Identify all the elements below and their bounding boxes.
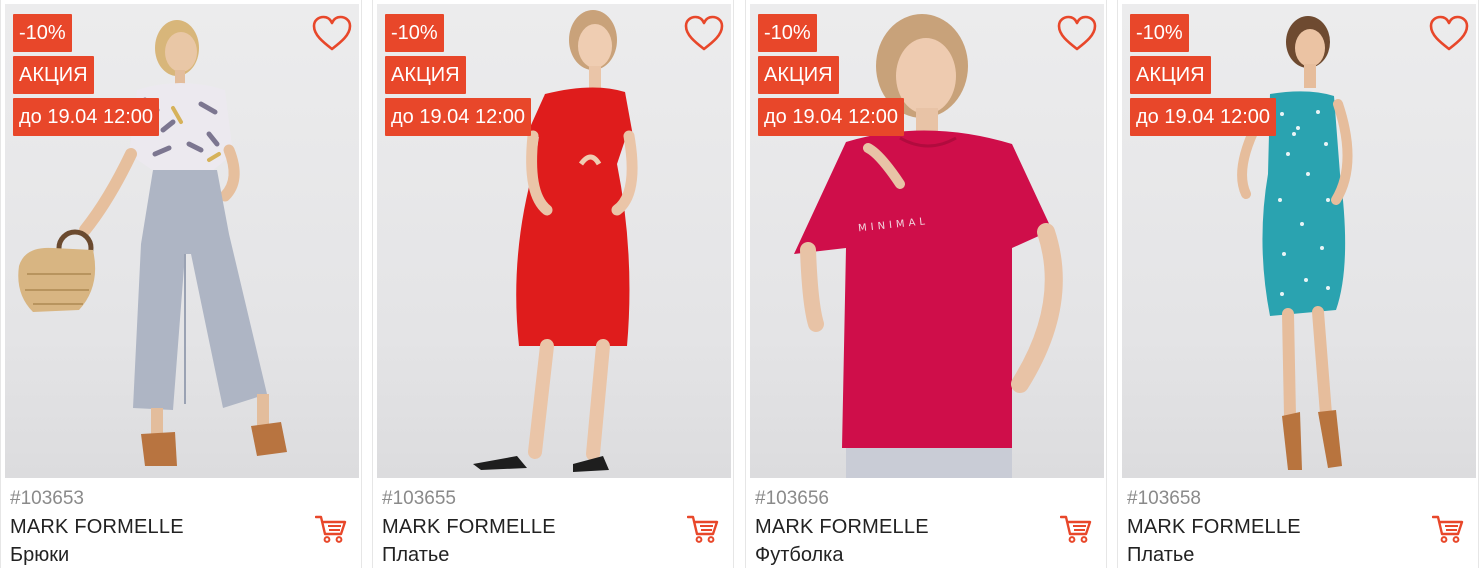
cart-icon: [1059, 515, 1092, 543]
discount-badge: -10%: [385, 14, 444, 52]
heart-outline-icon: [1429, 15, 1469, 51]
product-brand[interactable]: MARK FORMELLE: [1127, 516, 1301, 539]
product-brand[interactable]: MARK FORMELLE: [10, 516, 184, 539]
favorite-button[interactable]: [1056, 14, 1098, 54]
product-type[interactable]: Платье: [1127, 544, 1194, 567]
discount-badge: -10%: [13, 14, 72, 52]
deadline-badge: до 19.04 12:00: [385, 98, 532, 136]
heart-outline-icon: [312, 15, 352, 51]
product-brand[interactable]: MARK FORMELLE: [382, 516, 556, 539]
favorite-button[interactable]: [311, 14, 353, 54]
discount-badge: -10%: [1130, 14, 1189, 52]
product-type[interactable]: Футболка: [755, 544, 844, 567]
product-type[interactable]: Платье: [382, 544, 449, 567]
product-brand[interactable]: MARK FORMELLE: [755, 516, 929, 539]
cart-icon: [314, 515, 347, 543]
product-type[interactable]: Брюки: [10, 544, 69, 567]
product-photo[interactable]: MINIMAL -10% АКЦИЯ до 19.04 12:00: [750, 4, 1104, 478]
product-card[interactable]: -10% АКЦИЯ до 19.04 12:00 #103658 MARK F…: [1117, 0, 1479, 568]
product-photo[interactable]: -10% АКЦИЯ до 19.04 12:00: [377, 4, 731, 478]
add-to-cart-button[interactable]: [314, 514, 347, 544]
discount-badge: -10%: [758, 14, 817, 52]
heart-outline-icon: [1057, 15, 1097, 51]
favorite-button[interactable]: [1428, 14, 1470, 54]
product-card[interactable]: -10% АКЦИЯ до 19.04 12:00 #103653 MARK F…: [0, 0, 362, 568]
add-to-cart-button[interactable]: [1431, 514, 1464, 544]
product-card[interactable]: -10% АКЦИЯ до 19.04 12:00 #103655 MARK F…: [372, 0, 734, 568]
product-photo[interactable]: -10% АКЦИЯ до 19.04 12:00: [5, 4, 359, 478]
promo-badge: АКЦИЯ: [13, 56, 94, 94]
deadline-badge: до 19.04 12:00: [13, 98, 160, 136]
cart-icon: [686, 515, 719, 543]
deadline-badge: до 19.04 12:00: [1130, 98, 1277, 136]
cart-icon: [1431, 515, 1464, 543]
promo-badge: АКЦИЯ: [758, 56, 839, 94]
product-grid: -10% АКЦИЯ до 19.04 12:00 #103653 MARK F…: [0, 0, 1480, 568]
product-sku: #103655: [382, 488, 456, 509]
product-sku: #103656: [755, 488, 829, 509]
deadline-badge: до 19.04 12:00: [758, 98, 905, 136]
add-to-cart-button[interactable]: [686, 514, 719, 544]
promo-badge: АКЦИЯ: [385, 56, 466, 94]
product-sku: #103658: [1127, 488, 1201, 509]
product-sku: #103653: [10, 488, 84, 509]
heart-outline-icon: [684, 15, 724, 51]
favorite-button[interactable]: [683, 14, 725, 54]
product-photo[interactable]: -10% АКЦИЯ до 19.04 12:00: [1122, 4, 1476, 478]
product-card[interactable]: MINIMAL -10% АКЦИЯ до 19.04 12:00 #10365…: [745, 0, 1107, 568]
promo-badge: АКЦИЯ: [1130, 56, 1211, 94]
add-to-cart-button[interactable]: [1059, 514, 1092, 544]
